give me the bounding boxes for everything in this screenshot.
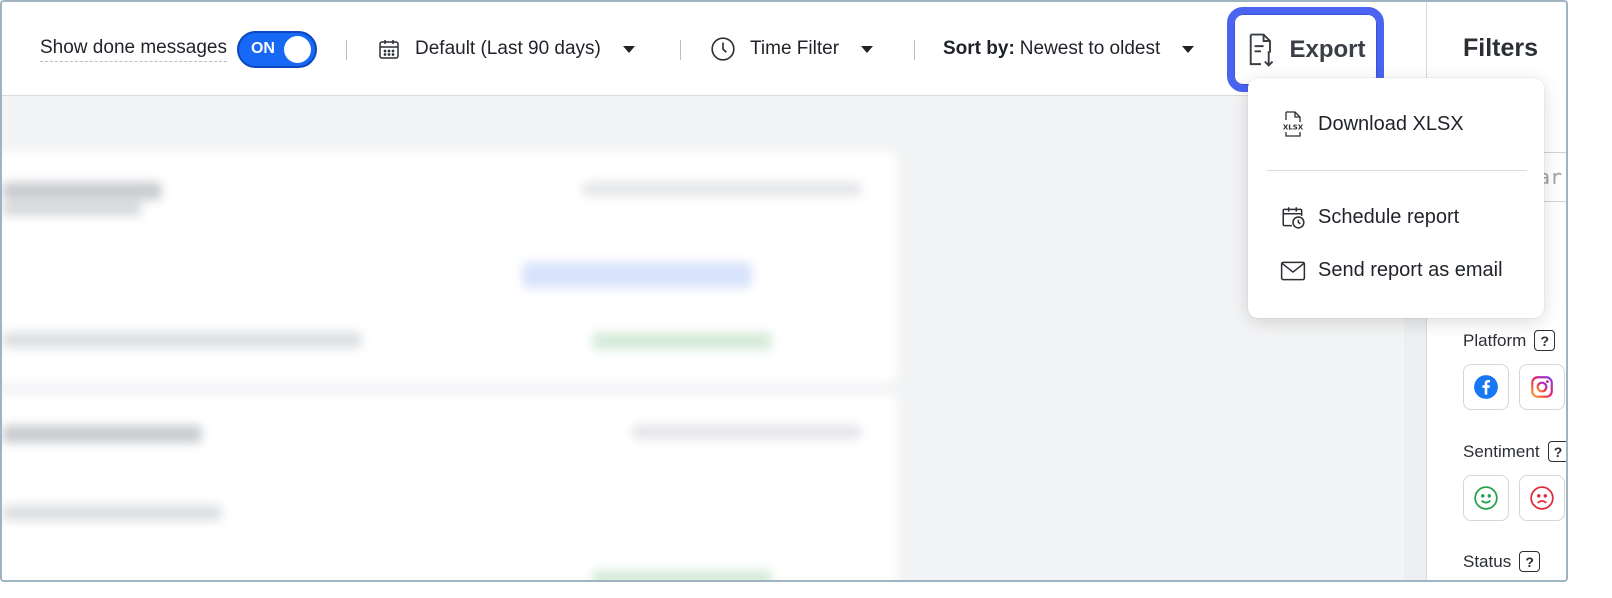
svg-text:XLSX: XLSX (1283, 124, 1304, 132)
help-icon[interactable]: ? (1519, 551, 1541, 572)
export-menu: XLSX Download XLSX Schedule report Send … (1248, 78, 1544, 318)
help-icon[interactable]: ? (1534, 330, 1556, 351)
smile-icon (1474, 486, 1498, 510)
platform-label: Platform ? (1463, 330, 1556, 351)
app-window: Show done messages ON Default (Last 90 d… (0, 0, 1568, 582)
time-filter-dropdown[interactable]: Time Filter (710, 2, 874, 96)
time-filter-label: Time Filter (750, 38, 840, 59)
toolbar: Show done messages ON Default (Last 90 d… (2, 2, 1426, 96)
sort-dropdown[interactable]: Sort by: Newest to oldest (943, 2, 1195, 96)
chevron-down-icon (861, 45, 874, 53)
envelope-icon (1280, 261, 1306, 280)
date-range-label: Default (Last 90 days) (415, 38, 601, 59)
calendar-clock-icon (1282, 207, 1305, 229)
menu-divider (1267, 170, 1527, 171)
message-card (2, 395, 897, 580)
file-export-icon (1250, 33, 1274, 67)
sort-value: Newest to oldest (1019, 38, 1161, 59)
facebook-icon (1474, 375, 1498, 399)
negative-sentiment-button[interactable] (1519, 475, 1565, 521)
frown-icon (1530, 486, 1554, 510)
instagram-filter-button[interactable] (1519, 364, 1565, 410)
status-label: Status ? (1463, 551, 1541, 572)
filters-title: Filters (1463, 34, 1539, 62)
download-xlsx-label: Download XLSX (1318, 112, 1464, 135)
toggle-knob (283, 35, 311, 63)
divider (914, 40, 915, 60)
instagram-icon (1531, 376, 1553, 398)
chevron-down-icon (622, 45, 635, 53)
send-report-email-label: Send report as email (1318, 259, 1503, 281)
facebook-filter-button[interactable] (1463, 364, 1509, 410)
chevron-down-icon (1182, 45, 1195, 53)
divider (680, 40, 681, 60)
show-done-toggle[interactable]: ON (236, 30, 317, 68)
schedule-report-label: Schedule report (1318, 205, 1460, 228)
sort-prefix: Sort by: (943, 38, 1015, 59)
positive-sentiment-button[interactable] (1463, 475, 1509, 521)
xlsx-file-icon: XLSX (1283, 111, 1304, 137)
clock-icon (711, 37, 735, 61)
toggle-state: ON (250, 40, 275, 57)
show-done-label: Show done messages (40, 37, 227, 62)
send-report-email-item[interactable]: Send report as email (1280, 259, 1503, 282)
date-range-dropdown[interactable]: Default (Last 90 days) (377, 2, 635, 96)
message-list-blurred (2, 97, 1404, 580)
message-card (2, 152, 897, 382)
schedule-report-item[interactable]: Schedule report (1280, 204, 1459, 230)
download-xlsx-item[interactable]: XLSX Download XLSX (1280, 110, 1464, 138)
export-label: Export (1289, 35, 1366, 63)
help-icon[interactable]: ? (1547, 441, 1566, 462)
sentiment-label: Sentiment ? (1463, 441, 1566, 462)
show-done-messages: Show done messages ON (40, 2, 317, 96)
calendar-icon (379, 40, 399, 59)
divider (346, 40, 347, 60)
